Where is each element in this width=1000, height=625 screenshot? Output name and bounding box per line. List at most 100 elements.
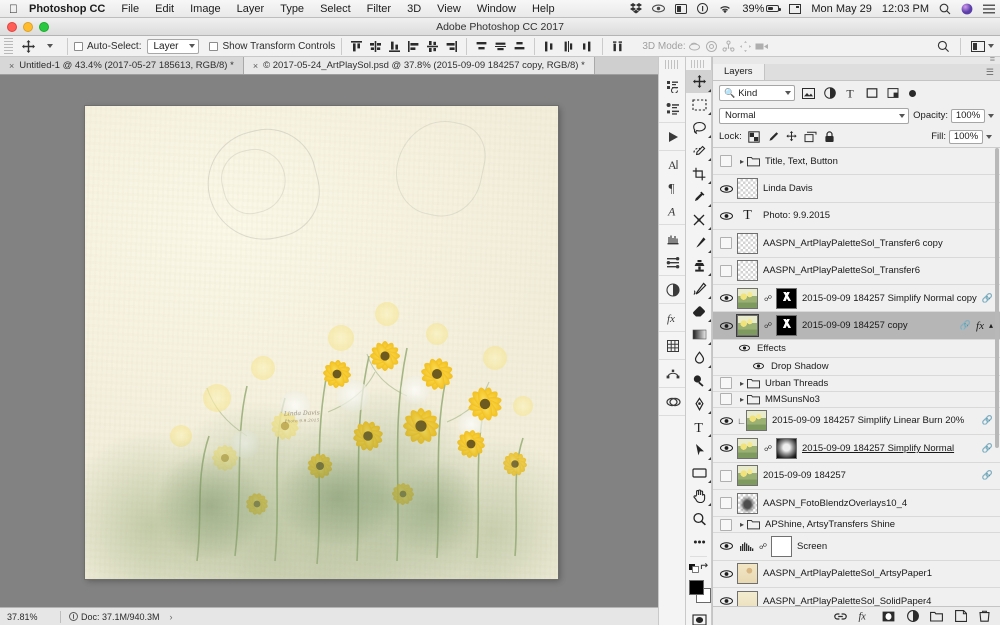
table-row[interactable]: ∟ 2015-09-09 184257 Simplify Linear Burn… xyxy=(713,408,1000,436)
blur-tool-icon[interactable] xyxy=(686,346,712,369)
layer-filter-kind-dropdown[interactable]: 🔍 Kind xyxy=(719,85,795,101)
zoom-tool-icon[interactable] xyxy=(686,507,712,530)
menu-edit[interactable]: Edit xyxy=(147,3,182,15)
type-tool-icon[interactable]: T xyxy=(686,415,712,438)
menu-image[interactable]: Image xyxy=(182,3,229,15)
menu-select[interactable]: Select xyxy=(312,3,359,15)
foreground-color-swatch[interactable] xyxy=(689,580,704,595)
layer-visibility-toggle[interactable] xyxy=(715,443,737,453)
distribute-horizontal-centers-icon[interactable] xyxy=(560,38,577,55)
new-group-icon[interactable] xyxy=(930,610,943,623)
chevron-down-icon[interactable] xyxy=(986,134,992,139)
minimize-button[interactable] xyxy=(23,22,33,32)
shape-layers-filter-icon[interactable] xyxy=(864,86,879,101)
styles-fx-icon[interactable]: fx xyxy=(659,306,687,329)
adjustment-layers-filter-icon[interactable] xyxy=(822,86,837,101)
layer-visibility-toggle[interactable] xyxy=(715,211,737,221)
fill-value[interactable]: 100% xyxy=(949,129,983,144)
tab-layers[interactable]: Layers xyxy=(713,64,765,80)
layer-name[interactable]: AASPN_ArtPlayPaletteSol_ArtsyPaper1 xyxy=(763,568,1000,579)
lasso-tool-icon[interactable] xyxy=(686,116,712,139)
layer-name[interactable]: Screen xyxy=(797,541,1000,552)
rectangular-marquee-tool-icon[interactable] xyxy=(686,93,712,116)
brush-presets-icon[interactable] xyxy=(659,250,687,273)
search-icon[interactable] xyxy=(934,3,956,15)
clone-stamp-tool-icon[interactable] xyxy=(686,254,712,277)
drop-shadow-visibility-toggle[interactable] xyxy=(753,362,767,370)
table-row[interactable]: AASPN_ArtPlayPaletteSol_ArtsyPaper1 xyxy=(713,561,1000,589)
layer-mask-thumbnail[interactable] xyxy=(776,287,797,309)
layer-visibility-toggle[interactable] xyxy=(715,497,737,510)
new-adjustment-layer-icon[interactable] xyxy=(906,610,919,623)
distribute-left-edges-icon[interactable] xyxy=(541,38,558,55)
type-layer-thumbnail[interactable]: T xyxy=(737,205,758,226)
zoom-level[interactable]: 37.81% xyxy=(0,612,58,622)
layer-visibility-toggle[interactable] xyxy=(715,569,737,579)
lock-position-icon[interactable] xyxy=(785,130,799,144)
move-tool-icon[interactable] xyxy=(17,37,39,56)
creative-cloud-libraries-icon[interactable] xyxy=(659,390,687,413)
distribute-right-edges-icon[interactable] xyxy=(579,38,596,55)
chevron-down-icon[interactable] xyxy=(988,44,994,48)
align-horizontal-centers-icon[interactable] xyxy=(424,38,441,55)
table-row[interactable]: AASPN_ArtPlayPaletteSol_SolidPaper4 xyxy=(713,588,1000,606)
layer-visibility-toggle[interactable] xyxy=(715,469,737,482)
chevron-right-icon[interactable]: ▸ xyxy=(737,157,747,166)
table-row[interactable]: ☍ 2015-09-09 184257 Simplify Normal 🔗 xyxy=(713,435,1000,463)
lock-transparent-pixels-icon[interactable] xyxy=(747,130,761,144)
character-icon[interactable]: A xyxy=(659,153,687,176)
dropbox-icon[interactable] xyxy=(625,3,647,14)
layer-effects-row[interactable]: Effects xyxy=(713,340,1000,358)
layer-visibility-toggle[interactable] xyxy=(715,518,737,531)
layer-name[interactable]: Photo: 9.9.2015 xyxy=(763,210,1000,221)
layer-thumbnail[interactable] xyxy=(737,178,758,200)
panel-menu-icon[interactable]: ☰ xyxy=(986,67,1000,78)
path-selection-tool-icon[interactable] xyxy=(686,438,712,461)
edit-toolbar-more-icon[interactable] xyxy=(686,530,712,553)
timeline-play-icon[interactable] xyxy=(659,125,687,148)
align-left-edges-icon[interactable] xyxy=(405,38,422,55)
menu-type[interactable]: Type xyxy=(272,3,312,15)
pixel-layers-filter-icon[interactable] xyxy=(801,86,816,101)
auto-select-scope-dropdown[interactable]: Layer xyxy=(147,38,200,54)
screen-icon[interactable] xyxy=(784,3,806,14)
link-mask-icon[interactable]: ☍ xyxy=(763,294,773,303)
quick-mask-mode-icon[interactable] xyxy=(686,608,712,625)
table-row[interactable]: AASPN_FotoBlendzOverlays10_4 xyxy=(713,490,1000,518)
siri-icon[interactable] xyxy=(956,3,978,15)
layer-name[interactable]: MMSunsNo3 xyxy=(765,394,1000,405)
chevron-right-icon[interactable]: ▸ xyxy=(737,520,747,529)
add-layer-mask-icon[interactable] xyxy=(882,610,895,623)
distribute-top-edges-icon[interactable] xyxy=(473,38,490,55)
show-transform-controls-checkbox[interactable] xyxy=(209,41,219,51)
layer-visibility-toggle[interactable] xyxy=(715,416,737,426)
link-icon[interactable]: 🔗 xyxy=(960,320,971,331)
dock-grip[interactable] xyxy=(665,60,679,69)
blend-mode-dropdown[interactable]: Normal xyxy=(719,107,910,124)
link-icon[interactable]: 🔗 xyxy=(982,470,993,481)
move-tool-icon[interactable] xyxy=(686,70,712,93)
roll-3d-icon[interactable] xyxy=(703,38,720,55)
effects-visibility-toggle[interactable] xyxy=(739,344,753,352)
align-top-edges-icon[interactable] xyxy=(348,38,365,55)
chevron-down-icon[interactable] xyxy=(988,113,994,118)
layer-name[interactable]: 2015-09-09 184257 Simplify Normal copy xyxy=(802,293,982,304)
eye-icon[interactable] xyxy=(647,3,670,14)
chevron-up-icon[interactable]: ▴ xyxy=(989,321,993,330)
eraser-tool-icon[interactable] xyxy=(686,300,712,323)
align-distribute-icon[interactable] xyxy=(609,38,626,55)
layer-visibility-toggle[interactable] xyxy=(715,155,737,168)
align-bottom-edges-icon[interactable] xyxy=(386,38,403,55)
layer-visibility-toggle[interactable] xyxy=(715,293,737,303)
table-row[interactable]: T Photo: 9.9.2015 xyxy=(713,203,1000,231)
layer-name[interactable]: Linda Davis xyxy=(763,183,1000,194)
layer-list-scrollbar[interactable] xyxy=(995,148,999,448)
link-layers-icon[interactable] xyxy=(834,610,847,623)
align-right-edges-icon[interactable] xyxy=(443,38,460,55)
lock-all-icon[interactable] xyxy=(823,130,837,144)
brush-tool-icon[interactable] xyxy=(686,231,712,254)
wifi-icon[interactable] xyxy=(713,4,737,14)
document-canvas[interactable]: Linda Davis Photo 9.9.2015 xyxy=(85,106,558,579)
search-icon[interactable] xyxy=(935,38,952,55)
table-row[interactable]: ▸ MMSunsNo3 xyxy=(713,392,1000,408)
